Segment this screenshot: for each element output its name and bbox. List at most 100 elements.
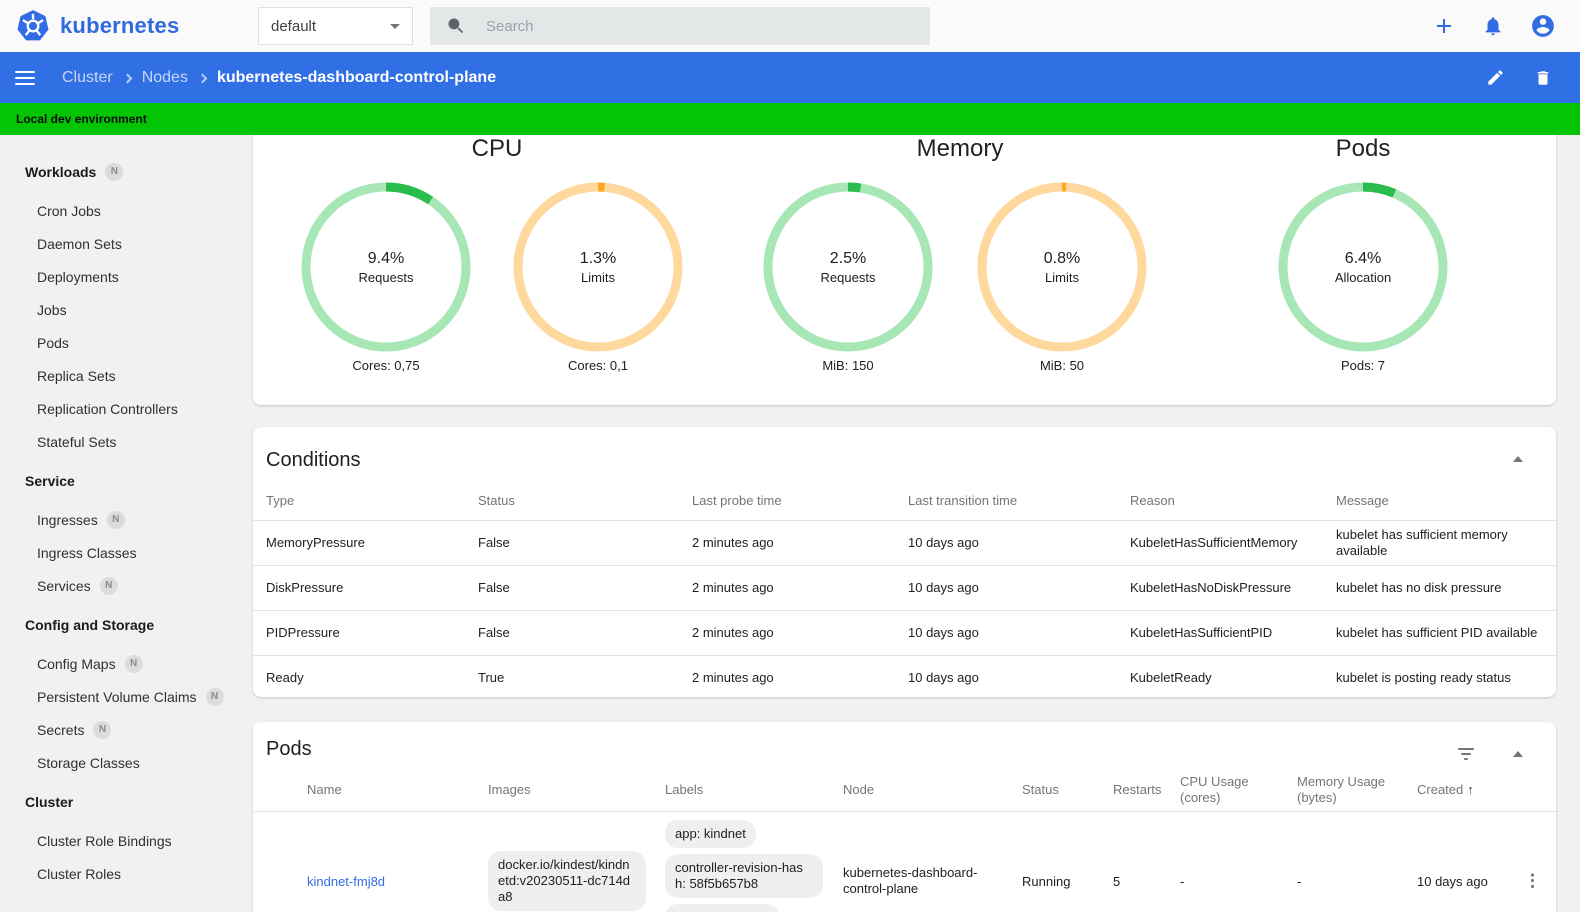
sidebar-header-label: Cluster: [25, 793, 74, 810]
donut-label: Limits: [581, 269, 615, 285]
cell-status: Running: [1022, 873, 1071, 889]
donut-percent: 6.4%: [1344, 249, 1382, 267]
namespace-value: default: [271, 17, 317, 35]
col-header-name[interactable]: Name: [295, 769, 476, 812]
chart-title-pods: Pods: [1335, 135, 1391, 162]
cell-last-transition: 10 days ago: [908, 519, 1130, 565]
filter-button[interactable]: [1454, 742, 1478, 766]
pods-collapse-button[interactable]: [1506, 742, 1530, 766]
cell-reason: KubeletHasNoDiskPressure: [1130, 564, 1336, 610]
pods-title: Pods: [266, 738, 312, 760]
pencil-icon: [1488, 70, 1503, 85]
delete-button[interactable]: [1534, 68, 1552, 87]
triangle-up-icon: [1513, 751, 1523, 757]
cell-memory-usage: -: [1297, 873, 1302, 889]
sidebar-item-label: Services: [37, 577, 91, 594]
table-row: Ready True 2 minutes ago 10 days ago Kub…: [253, 654, 1556, 700]
sidebar-item-label: Jobs: [37, 301, 67, 318]
sidebar-item-replica-sets[interactable]: Replica Sets: [0, 359, 248, 392]
menu-icon[interactable]: [15, 70, 35, 85]
new-badge: N: [205, 687, 224, 706]
sidebar-item-ingress-classes[interactable]: Ingress Classes: [0, 536, 248, 569]
col-header-labels: Labels: [653, 769, 831, 812]
kebab-menu-icon[interactable]: ⋮: [1524, 872, 1541, 889]
donut-percent: 9.4%: [367, 249, 405, 267]
cell-type: MemoryPressure: [253, 519, 478, 565]
sidebar-item-cron-jobs[interactable]: Cron Jobs: [0, 194, 248, 227]
allocation-card: CPU Memory Pods 9.4% Requests Cores: 0,7…: [253, 135, 1556, 405]
sidebar-item-stateful-sets[interactable]: Stateful Sets: [0, 425, 248, 458]
sidebar-item-daemon-sets[interactable]: Daemon Sets: [0, 227, 248, 260]
sidebar-item-label: Pods: [37, 334, 69, 351]
sidebar-item-label: Cluster Role Bindings: [37, 832, 172, 849]
new-badge: N: [124, 654, 143, 673]
sidebar-item-pods[interactable]: Pods: [0, 326, 248, 359]
edit-button[interactable]: [1486, 68, 1505, 87]
conditions-table: Type Status Last probe time Last transit…: [253, 482, 1556, 700]
col-header-cpu-usage[interactable]: CPU Usage (cores): [1168, 769, 1285, 812]
col-header-images[interactable]: Images: [476, 769, 653, 812]
donut-footer: MiB: 50: [1039, 358, 1085, 373]
sidebar-item-ingresses[interactable]: Ingresses N: [0, 503, 248, 536]
notifications-button[interactable]: [1482, 15, 1504, 37]
pods-table: Name Images Labels Node Status Restarts …: [253, 769, 1556, 912]
new-badge: N: [105, 162, 124, 181]
sidebar-item-cluster-roles[interactable]: Cluster Roles: [0, 857, 248, 890]
conditions-card: Conditions Type Status Last probe time L…: [253, 427, 1556, 700]
environment-banner: Local dev environment: [0, 103, 1580, 135]
account-button[interactable]: [1530, 13, 1556, 39]
col-header-created[interactable]: Created ↑: [1405, 769, 1512, 812]
conditions-collapse-button[interactable]: [1506, 447, 1530, 471]
breadcrumb-nodes[interactable]: Nodes: [142, 69, 188, 87]
logo-wordmark: kubernetes: [60, 13, 180, 38]
cell-type: PIDPressure: [253, 609, 478, 655]
sidebar-item-label: Config Maps: [37, 655, 116, 672]
sidebar-item-label: Ingresses: [37, 511, 98, 528]
chevron-down-icon: [390, 23, 400, 29]
sidebar-item-replication-controllers[interactable]: Replication Controllers: [0, 392, 248, 425]
cell-type: DiskPressure: [253, 564, 478, 610]
cell-restarts: 5: [1113, 873, 1121, 889]
table-row: MemoryPressure False 2 minutes ago 10 da…: [253, 519, 1556, 565]
namespace-selector[interactable]: default: [258, 7, 413, 45]
sidebar-item-jobs[interactable]: Jobs: [0, 293, 248, 326]
cell-message: kubelet has no disk pressure: [1336, 564, 1556, 610]
col-header-memory-usage[interactable]: Memory Usage (bytes): [1285, 769, 1405, 812]
search-input[interactable]: [486, 17, 866, 35]
col-header-restarts[interactable]: Restarts: [1101, 769, 1168, 812]
pod-name-link[interactable]: kindnet-fmj8d: [307, 874, 385, 889]
kubernetes-logo[interactable]: kubernetes: [16, 9, 236, 43]
cell-reason: KubeletHasSufficientPID: [1130, 609, 1336, 655]
cell-last-transition: 10 days ago: [908, 564, 1130, 610]
sidebar-item-label: Replication Controllers: [37, 400, 178, 417]
sidebar-item-secrets[interactable]: Secrets N: [0, 713, 248, 746]
breadcrumb-toolbar: Cluster Nodes kubernetes-dashboard-contr…: [0, 52, 1580, 103]
col-header-node[interactable]: Node: [831, 769, 1010, 812]
sidebar-item-workloads[interactable]: Workloads N: [0, 155, 248, 188]
breadcrumb-cluster[interactable]: Cluster: [62, 69, 113, 87]
donut-percent: 2.5%: [829, 249, 867, 267]
new-badge: N: [99, 576, 118, 595]
sidebar-item-deployments[interactable]: Deployments: [0, 260, 248, 293]
create-button[interactable]: [1432, 14, 1456, 38]
plus-icon: [1437, 19, 1451, 33]
label-chip: app: kindnet: [665, 819, 756, 848]
col-header-actions: [1512, 769, 1556, 812]
sidebar-item-cluster-role-bindings[interactable]: Cluster Role Bindings: [0, 824, 248, 857]
cell-node: kubernetes-dashboard-control-plane: [843, 865, 978, 897]
sidebar-item-label: Persistent Volume Claims: [37, 688, 197, 705]
col-header-created-label: Created: [1417, 781, 1464, 797]
donut-cpu-limits: 1.3% Limits Cores: 0,1: [513, 182, 683, 373]
col-header-status: Status: [478, 493, 515, 509]
donut-footer: Cores: 0,1: [568, 358, 628, 373]
cell-last-transition: 10 days ago: [908, 654, 1130, 700]
sidebar-item-config-maps[interactable]: Config Maps N: [0, 647, 248, 680]
col-header-status[interactable]: Status: [1010, 769, 1101, 812]
cell-last-probe: 2 minutes ago: [692, 564, 908, 610]
sidebar-item-services[interactable]: Services N: [0, 569, 248, 602]
label-chip: k8s-app: kindnet: [665, 903, 781, 912]
account-circle-icon: [1532, 15, 1554, 37]
sidebar-item-persistent-volume-claims[interactable]: Persistent Volume Claims N: [0, 680, 248, 713]
pod-row: kindnet-fmj8d docker.io/kindest/kindnetd…: [253, 811, 1556, 912]
sidebar-item-storage-classes[interactable]: Storage Classes: [0, 746, 248, 779]
